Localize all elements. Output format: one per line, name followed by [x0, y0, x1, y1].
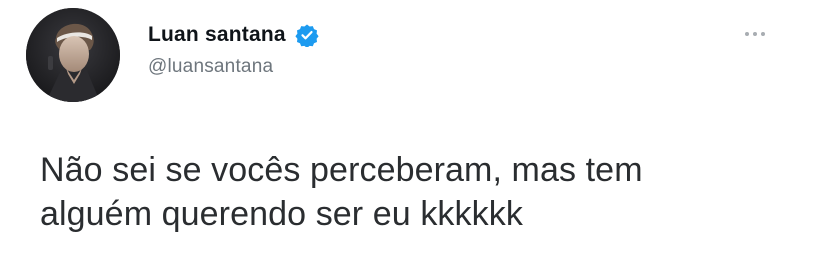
avatar[interactable]: [26, 8, 120, 102]
display-name[interactable]: Luan santana: [148, 23, 286, 47]
tweet-text: Não sei se vocês perceberam, mas tem alg…: [40, 148, 800, 236]
more-dot: [745, 32, 749, 36]
tweet-text-line: Não sei se vocês perceberam, mas tem: [40, 151, 643, 189]
more-dot: [753, 32, 757, 36]
verified-badge-icon: [295, 23, 319, 48]
handle[interactable]: @luansantana: [148, 56, 319, 78]
tweet-card: Luan santana @luansantana Não sei se voc…: [0, 0, 827, 275]
more-options-icon[interactable]: [745, 32, 765, 36]
tweet-header: Luan santana @luansantana: [148, 22, 319, 78]
avatar-photo: [26, 8, 120, 102]
tweet-text-line: alguém querendo ser eu kkkkkk: [40, 195, 523, 233]
more-dot: [761, 32, 765, 36]
name-row: Luan santana: [148, 22, 319, 48]
